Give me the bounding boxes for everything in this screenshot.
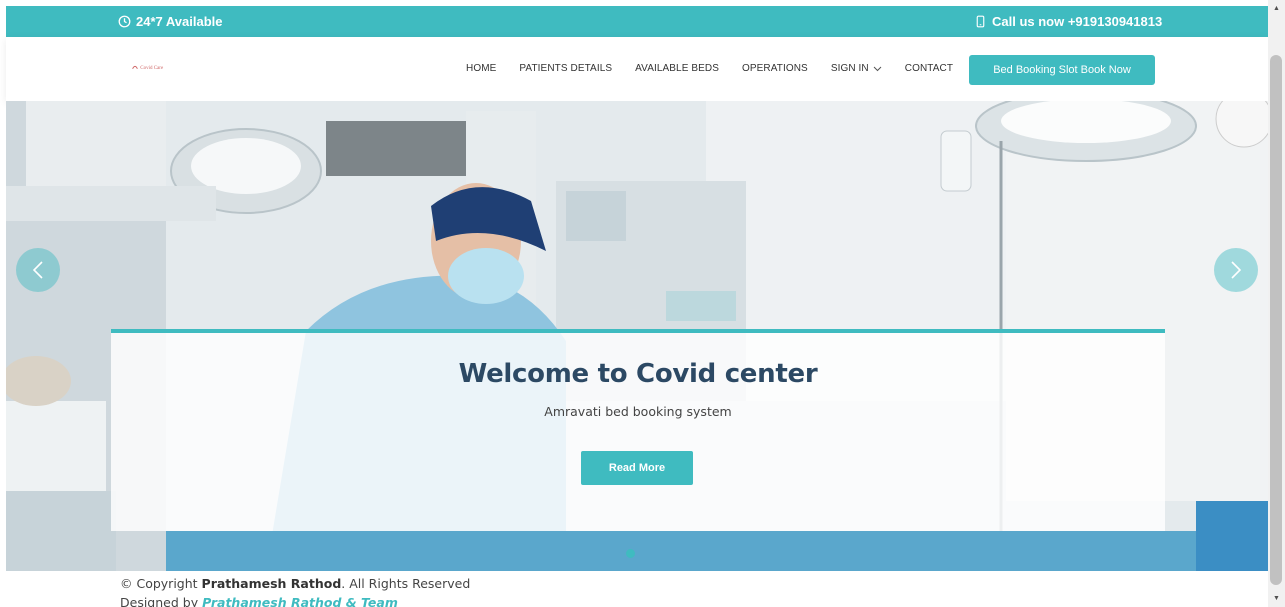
logo-text: Covid Care — [140, 66, 164, 72]
phone-text[interactable]: Call us now +919130941813 — [992, 14, 1162, 29]
availability-text: 24*7 Available — [136, 14, 223, 29]
slide-caption: Welcome to Covid center Amravati bed boo… — [111, 329, 1165, 531]
nav-contact-label: CONTACT — [904, 63, 954, 74]
chevron-down-icon — [873, 66, 882, 71]
nav-home-label: HOME — [466, 63, 497, 74]
copyright-suffix: . All Rights Reserved — [341, 576, 471, 591]
nav-operations[interactable]: OPERATIONS — [742, 63, 808, 74]
copyright-line: © Copyright Prathamesh Rathod. All Right… — [120, 574, 470, 593]
carousel-indicator-active[interactable] — [626, 549, 635, 558]
copyright-prefix: © Copyright — [120, 576, 202, 591]
availability-info: 24*7 Available — [118, 14, 222, 29]
nav-home[interactable]: HOME — [466, 63, 496, 74]
nav-available-beds-label: AVAILABLE BEDS — [635, 63, 719, 74]
scroll-up-icon[interactable]: ▲ — [1268, 0, 1285, 17]
hero-carousel: Welcome to Covid center Amravati bed boo… — [6, 101, 1268, 571]
main-nav: HOME PATIENTS DETAILS AVAILABLE BEDS OPE… — [466, 63, 976, 74]
slide-title: Welcome to Covid center — [458, 359, 818, 389]
nav-contact[interactable]: CONTACT — [905, 63, 953, 74]
copyright-name: Prathamesh Rathod — [201, 576, 342, 591]
nav-sign-in-dropdown[interactable]: SIGN IN — [831, 63, 882, 74]
designed-prefix: Designed by — [120, 595, 203, 607]
chevron-left-icon — [33, 261, 43, 279]
credits-line: Designed by Prathamesh Rathod & Team — [120, 593, 470, 607]
logo[interactable]: Covid Care — [131, 64, 169, 74]
slide-subtitle: Amravati bed booking system — [544, 404, 732, 419]
footer: © Copyright Prathamesh Rathod. All Right… — [120, 574, 470, 607]
top-bar: 24*7 Available Call us now +919130941813 — [6, 6, 1268, 37]
carousel-prev-button[interactable] — [16, 248, 60, 292]
chevron-right-icon — [1231, 261, 1241, 279]
nav-available-beds[interactable]: AVAILABLE BEDS — [635, 63, 719, 74]
nav-patients-details[interactable]: PATIENTS DETAILS — [519, 63, 612, 74]
nav-sign-in-label: SIGN IN — [830, 63, 869, 74]
read-more-button[interactable]: Read More — [581, 451, 693, 485]
nav-patients-details-label: PATIENTS DETAILS — [519, 63, 613, 74]
phone-icon — [976, 15, 985, 28]
scroll-down-icon[interactable]: ▼ — [1268, 590, 1285, 607]
designed-by-link[interactable]: Prathamesh Rathod & Team — [202, 595, 398, 607]
scroll-thumb[interactable] — [1270, 55, 1282, 585]
logo-icon — [132, 65, 138, 70]
header: Covid Care HOME PATIENTS DETAILS AVAILAB… — [6, 37, 1268, 101]
carousel-next-button[interactable] — [1214, 248, 1258, 292]
bed-booking-button[interactable]: Bed Booking Slot Book Now — [969, 55, 1155, 85]
page-scrollbar[interactable]: ▲ ▼ — [1268, 0, 1285, 607]
nav-operations-label: OPERATIONS — [742, 63, 808, 74]
phone-info[interactable]: Call us now +919130941813 — [974, 14, 1162, 29]
clock-icon — [118, 15, 131, 28]
